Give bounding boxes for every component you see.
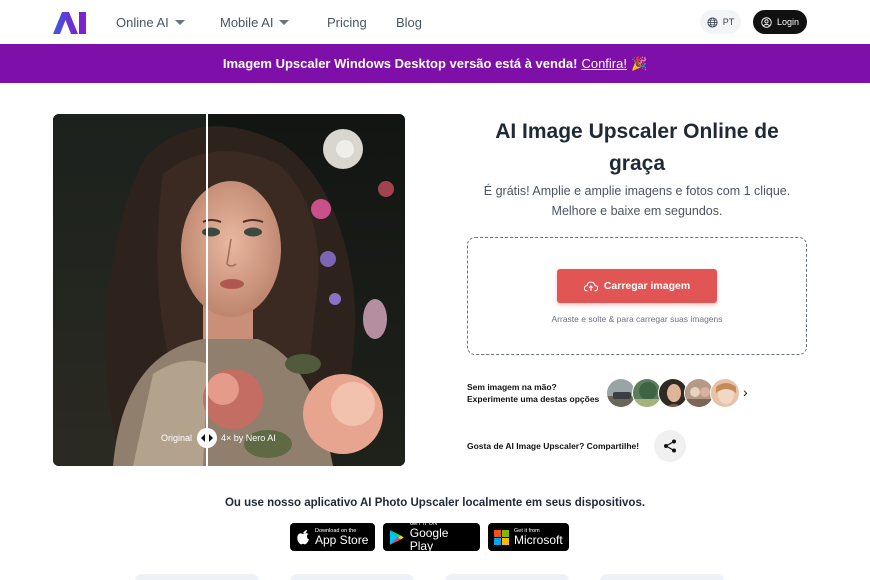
nav-blog[interactable]: Blog (396, 15, 422, 30)
nav-online-ai[interactable]: Online AI (116, 15, 185, 30)
compare-divider (206, 114, 208, 466)
apps-prompt: Ou use nosso aplicativo AI Photo Upscale… (224, 497, 646, 509)
language-label: PT (722, 17, 735, 27)
chevron-down-icon (174, 20, 185, 25)
google-play-big: Google Play (409, 526, 449, 553)
sample-prompt: Sem imagem na mão? Experimente uma desta… (467, 381, 599, 405)
upload-image-label: Carregar imagem (603, 280, 691, 292)
arrows-horizontal-icon (201, 434, 213, 442)
microsoft-store-big: Microsoft (514, 532, 563, 547)
nav-pricing[interactable]: Pricing (327, 15, 367, 30)
chevron-down-icon (279, 20, 290, 25)
compare-slider-handle[interactable] (197, 428, 217, 448)
banner-link[interactable]: Confira! (581, 56, 627, 71)
section-tab[interactable] (135, 574, 259, 580)
child-thumbnail (711, 379, 739, 407)
share-prompt: Gosta de AI Image Upscaler? Compartilhe! (467, 441, 640, 451)
sample-thumbnail[interactable] (710, 378, 740, 408)
share-icon (664, 439, 676, 453)
microsoft-store-badge[interactable]: Get it from Microsoft (488, 523, 569, 551)
portrait-illustration (53, 114, 405, 466)
chevron-right-icon[interactable]: › (743, 384, 748, 400)
language-switcher[interactable]: PT (700, 10, 741, 34)
nav-pricing-label: Pricing (327, 15, 367, 30)
login-label: Login (776, 17, 800, 27)
logo[interactable] (53, 12, 87, 34)
section-tab[interactable] (600, 574, 724, 580)
app-store-badge[interactable]: Download on the App Store (290, 523, 375, 551)
page-subtitle: É grátis! Amplie e amplie imagens e foto… (483, 184, 791, 218)
microsoft-icon (494, 529, 509, 545)
sample-prompt-line1: Sem imagem na mão? (467, 382, 557, 392)
nav-mobile-ai[interactable]: Mobile AI (220, 15, 290, 30)
original-caption: Original (161, 433, 193, 443)
nav-mobile-ai-label: Mobile AI (220, 15, 274, 30)
share-button[interactable] (654, 430, 686, 462)
section-tab[interactable] (290, 574, 414, 580)
apple-icon (297, 530, 309, 545)
globe-icon (707, 16, 718, 28)
logo-icon (53, 12, 86, 34)
upscaled-caption: 4× by Nero AI (221, 433, 276, 443)
google-play-icon (389, 529, 404, 545)
nav-blog-label: Blog (396, 15, 423, 30)
nav-online-ai-label: Online AI (116, 15, 169, 30)
login-button[interactable]: Login (753, 10, 807, 34)
upload-image-button[interactable]: Carregar imagem (557, 269, 717, 303)
user-icon (761, 16, 772, 28)
google-play-badge[interactable]: GET IT ON Google Play (383, 521, 480, 553)
drop-hint: Arraste e solte & para carregar suas ima… (551, 314, 723, 324)
party-icon: 🎉 (630, 55, 648, 71)
app-store-big: App Store (315, 532, 369, 547)
cloud-upload-icon (583, 281, 598, 291)
promo-banner: Imagem Upscaler Windows Desktop versão e… (0, 44, 870, 83)
site-header: Online AI Mobile AI Pricing Blog PT Logi… (0, 0, 870, 44)
page-title: AI Image Upscaler Online de graça (495, 120, 779, 175)
banner-text: Imagem Upscaler Windows Desktop versão e… (222, 56, 578, 71)
sample-prompt-line2: Experimente uma destas opções (467, 394, 600, 404)
section-tab[interactable] (445, 574, 569, 580)
before-after-image[interactable] (53, 114, 405, 466)
